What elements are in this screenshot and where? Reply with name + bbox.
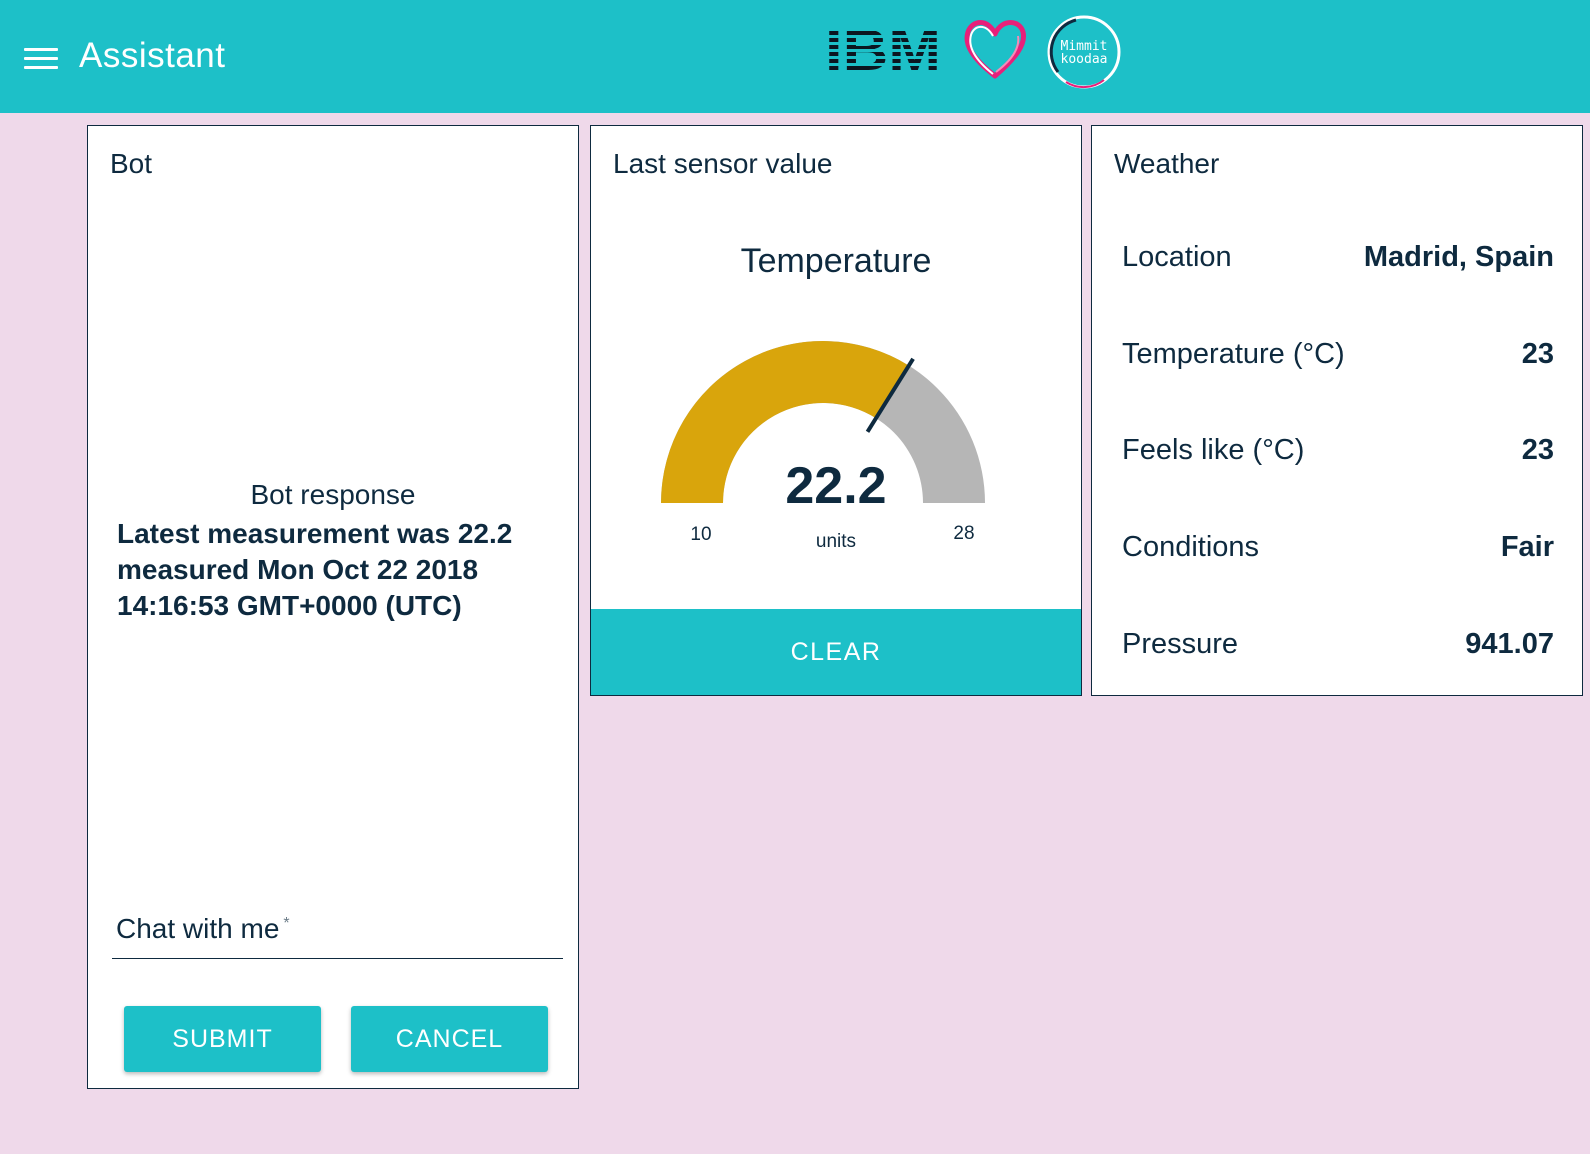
weather-card-title: Weather [1114,148,1220,179]
gauge-value: 22.2 [785,457,887,515]
submit-button[interactable]: SUBMIT [124,1006,321,1072]
weather-value: Fair [1500,531,1554,563]
weather-value: 23 [1521,434,1554,466]
weather-row-pressure: Pressure 941.07 [1122,628,1554,668]
weather-label: Pressure [1122,628,1239,660]
heart-logo [964,20,1027,79]
top-app-bar: Assistant IBM Mimmit koodaa [0,0,1590,113]
sensor-card: Last sensor value Temperature 22.2 units… [590,125,1082,696]
bot-card-title: Bot [110,148,153,179]
weather-value: 23 [1521,338,1554,370]
cancel-button[interactable]: CANCEL [351,1006,548,1072]
weather-value: 941.07 [1465,628,1554,660]
app-title: Assistant [79,36,226,75]
svg-text:IBM: IBM [825,24,941,74]
weather-label: Location [1122,241,1232,273]
gauge-min-label: 10 [690,524,712,545]
ibm-logo: IBM [825,24,941,74]
sensor-card-title: Last sensor value [613,148,833,179]
weather-label: Conditions [1122,531,1260,563]
svg-text:koodaa: koodaa [1061,52,1108,67]
gauge-units: units [815,531,857,552]
weather-row-conditions: Conditions Fair [1122,531,1554,571]
logo-group: IBM Mimmit koodaa [820,14,1130,94]
gauge-title: Temperature [740,242,932,280]
chat-field[interactable]: Chat with me * [112,909,563,959]
weather-row-location: Location Madrid, Spain [1122,241,1554,281]
bot-card: Bot Bot response Latest measurement was … [87,125,579,1089]
clear-button[interactable]: CLEAR [591,609,1081,695]
weather-row-feels-like: Feels like (°C) 23 [1122,434,1554,474]
weather-card: Weather Location Madrid, Spain Temperatu… [1091,125,1583,696]
weather-value: Madrid, Spain [1363,241,1554,273]
bot-response-label: Bot response [250,479,416,510]
weather-label: Feels like (°C) [1122,434,1305,466]
chat-input[interactable] [112,909,563,958]
bot-response-text: Latest measurement was 22.2 measured Mon… [117,518,513,621]
weather-label: Temperature (°C) [1122,338,1345,370]
weather-row-temperature: Temperature (°C) 23 [1122,338,1554,378]
hamburger-menu-icon[interactable] [24,42,60,72]
gauge-max-label: 28 [953,523,975,544]
mimmit-koodaa-logo: Mimmit koodaa [1047,15,1121,89]
